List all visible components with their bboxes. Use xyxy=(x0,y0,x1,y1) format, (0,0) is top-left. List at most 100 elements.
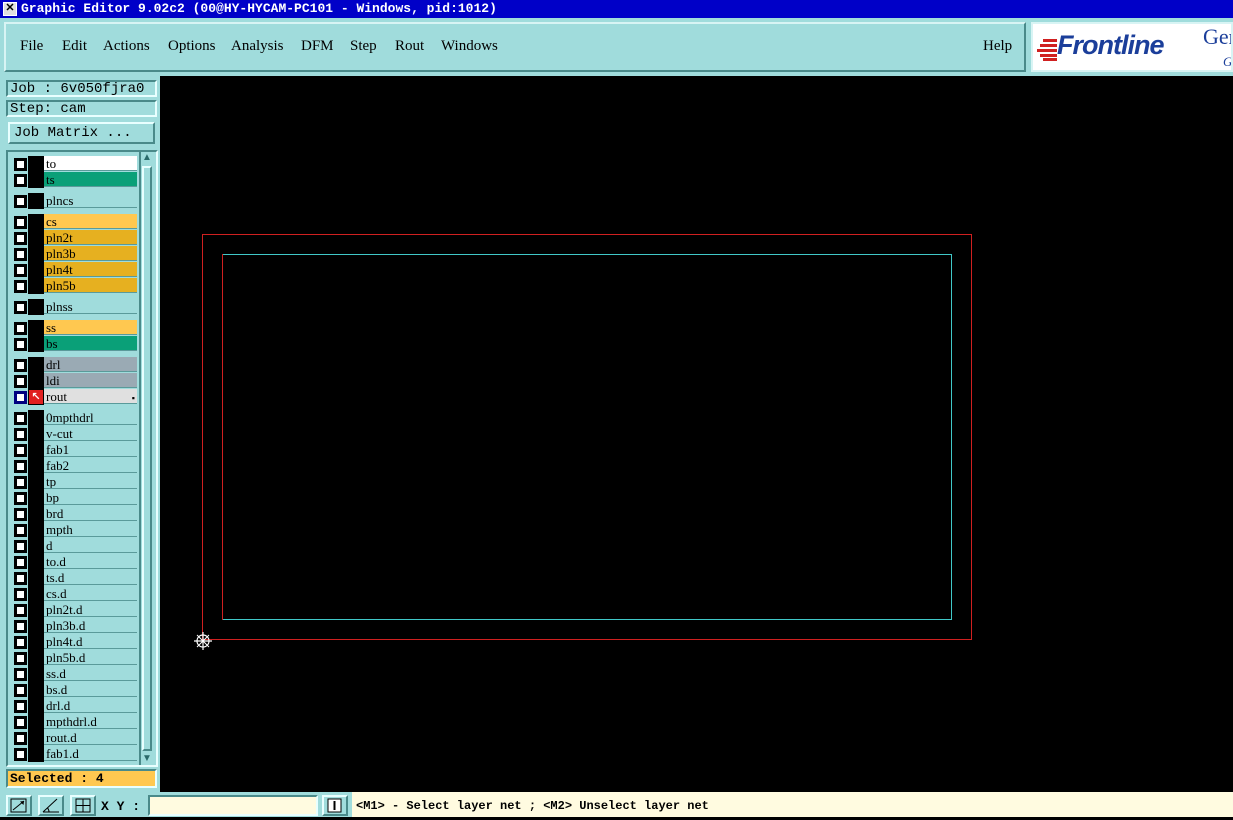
layer-row[interactable]: bp xyxy=(12,490,136,506)
layer-row[interactable]: mpthdrl.d xyxy=(12,714,136,730)
layer-name[interactable]: ldi xyxy=(44,373,137,388)
layer-work-slot[interactable] xyxy=(28,336,44,352)
layer-checkbox[interactable] xyxy=(14,508,27,521)
layer-name[interactable]: rout.d xyxy=(44,730,137,745)
layer-work-slot[interactable] xyxy=(28,570,44,586)
layer-work-slot[interactable] xyxy=(28,278,44,294)
layer-name[interactable]: bs xyxy=(44,336,137,351)
x-window-icon[interactable]: ✕ xyxy=(3,2,17,16)
layer-checkbox[interactable] xyxy=(14,412,27,425)
scroll-up-icon[interactable]: ▲ xyxy=(141,152,153,164)
pause-button[interactable] xyxy=(322,795,348,816)
layer-row[interactable]: ts xyxy=(12,172,136,188)
layer-checkbox[interactable] xyxy=(14,556,27,569)
layer-work-slot[interactable] xyxy=(28,714,44,730)
layer-row[interactable]: cs xyxy=(12,214,136,230)
layer-name[interactable]: cs xyxy=(44,214,137,229)
layer-checkbox[interactable] xyxy=(14,684,27,697)
layer-row[interactable]: ss xyxy=(12,320,136,336)
layer-checkbox[interactable] xyxy=(14,216,27,229)
layer-name[interactable]: mpthdrl.d xyxy=(44,714,137,729)
layer-work-slot[interactable] xyxy=(28,746,44,762)
layer-work-slot[interactable] xyxy=(28,522,44,538)
layer-name[interactable]: pln5b.d xyxy=(44,650,137,665)
layer-work-slot[interactable] xyxy=(28,682,44,698)
layer-row[interactable]: tp xyxy=(12,474,136,490)
layer-name[interactable]: v-cut xyxy=(44,426,137,441)
layer-name[interactable]: pln3b.d xyxy=(44,618,137,633)
layer-checkbox[interactable] xyxy=(14,301,27,314)
layer-name[interactable]: cs.d xyxy=(44,586,137,601)
layer-checkbox[interactable] xyxy=(14,280,27,293)
layer-row[interactable]: fab1.d xyxy=(12,746,136,762)
layer-work-slot[interactable] xyxy=(28,650,44,666)
layer-row[interactable]: brd xyxy=(12,506,136,522)
layer-work-slot[interactable] xyxy=(28,474,44,490)
measure-button[interactable] xyxy=(38,795,64,816)
graphic-canvas[interactable] xyxy=(160,76,1233,792)
layer-checkbox[interactable] xyxy=(14,428,27,441)
layer-checkbox[interactable] xyxy=(14,158,27,171)
menu-windows[interactable]: Windows xyxy=(441,38,498,55)
menu-help[interactable]: Help xyxy=(983,38,1012,55)
layer-work-slot[interactable] xyxy=(28,357,44,373)
layer-checkbox[interactable] xyxy=(14,460,27,473)
layer-work-slot[interactable] xyxy=(28,426,44,442)
menu-dfm[interactable]: DFM xyxy=(301,38,334,55)
layer-checkbox[interactable] xyxy=(14,700,27,713)
layer-checkbox[interactable] xyxy=(14,620,27,633)
layer-work-slot[interactable] xyxy=(28,246,44,262)
layer-row[interactable]: mpth xyxy=(12,522,136,538)
layer-work-slot[interactable] xyxy=(28,214,44,230)
layer-row[interactable]: ↖rout▪ xyxy=(12,389,136,405)
layer-work-slot[interactable] xyxy=(28,554,44,570)
layer-work-slot[interactable] xyxy=(28,538,44,554)
layer-row[interactable]: v-cut xyxy=(12,426,136,442)
layer-work-slot[interactable] xyxy=(28,602,44,618)
menu-file[interactable]: File xyxy=(20,38,43,55)
layer-work-slot[interactable] xyxy=(28,373,44,389)
layer-name[interactable]: pln4t xyxy=(44,262,137,277)
layer-row[interactable]: bs.d xyxy=(12,682,136,698)
menu-actions[interactable]: Actions xyxy=(103,38,150,55)
layer-work-slot[interactable] xyxy=(28,410,44,426)
job-matrix-button[interactable]: Job Matrix ... xyxy=(8,122,155,144)
layer-name[interactable]: bp xyxy=(44,490,137,505)
layer-row[interactable]: rout.d xyxy=(12,730,136,746)
layer-work-slot[interactable] xyxy=(28,618,44,634)
layer-work-slot[interactable] xyxy=(28,299,44,315)
layer-checkbox[interactable] xyxy=(14,248,27,261)
layer-checkbox[interactable] xyxy=(14,652,27,665)
layer-row[interactable]: drl.d xyxy=(12,698,136,714)
layer-name[interactable]: plnss xyxy=(44,299,137,314)
layer-row[interactable]: to xyxy=(12,156,136,172)
menu-options[interactable]: Options xyxy=(168,38,216,55)
layer-name[interactable]: rout▪ xyxy=(44,389,137,404)
layer-name[interactable]: to.d xyxy=(44,554,137,569)
layer-name[interactable]: fab1.d xyxy=(44,746,137,761)
layer-row[interactable]: pln5b.d xyxy=(12,650,136,666)
scroll-thumb[interactable] xyxy=(142,166,152,751)
layer-row[interactable]: pln5b xyxy=(12,278,136,294)
xy-input[interactable] xyxy=(148,795,318,816)
layer-row[interactable]: d xyxy=(12,538,136,554)
menu-edit[interactable]: Edit xyxy=(62,38,87,55)
layer-work-slot[interactable] xyxy=(28,458,44,474)
layer-checkbox[interactable] xyxy=(14,232,27,245)
layer-work-slot[interactable] xyxy=(28,442,44,458)
layer-row[interactable]: fab1 xyxy=(12,442,136,458)
layer-checkbox[interactable] xyxy=(14,748,27,761)
layer-name[interactable]: ts.d xyxy=(44,570,137,585)
layer-row[interactable]: plncs xyxy=(12,193,136,209)
layer-name[interactable]: plncs xyxy=(44,193,137,208)
layer-row[interactable]: ss.d xyxy=(12,666,136,682)
layer-scrollbar[interactable]: ▲ ▼ xyxy=(139,152,154,765)
layer-work-slot[interactable] xyxy=(28,666,44,682)
layer-checkbox[interactable] xyxy=(14,359,27,372)
layer-name[interactable]: fab1 xyxy=(44,442,137,457)
zoom-fit-button[interactable] xyxy=(6,795,32,816)
layer-work-slot[interactable] xyxy=(28,730,44,746)
layer-row[interactable]: plnss xyxy=(12,299,136,315)
layer-name[interactable]: tp xyxy=(44,474,137,489)
layer-checkbox[interactable] xyxy=(14,174,27,187)
